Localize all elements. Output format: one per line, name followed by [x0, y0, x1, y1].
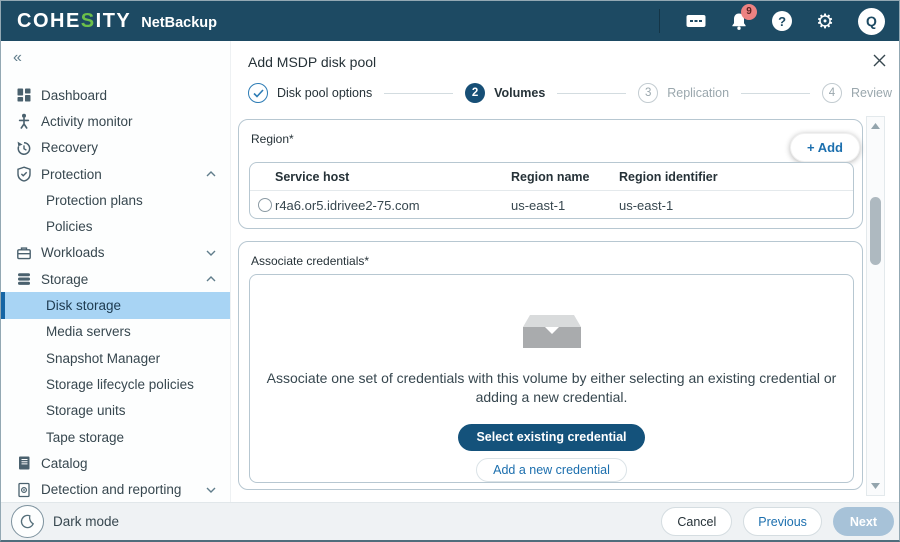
- region-radio[interactable]: [258, 198, 272, 212]
- add-region-button[interactable]: + Add: [790, 133, 860, 162]
- logo-text: COHE: [17, 10, 81, 33]
- cohesity-netbackup-logo[interactable]: COHESITY NetBackup: [17, 10, 217, 33]
- vertical-scrollbar[interactable]: [866, 116, 885, 496]
- sidebar-item-disk-storage[interactable]: Disk storage: [1, 292, 230, 318]
- product-name: NetBackup: [141, 15, 217, 31]
- add-new-credential-button[interactable]: Add a new credential: [476, 458, 627, 482]
- collapse-sidebar-icon[interactable]: «: [13, 49, 22, 67]
- table-row[interactable]: r4a6.or5.idrivee2-75.com us-east-1 us-ea…: [250, 191, 853, 219]
- app-window: COHESITY NetBackup 9 ? ⚙ Q «: [0, 0, 900, 542]
- footer-bar: Dark mode Cancel Previous Next: [1, 502, 899, 540]
- sidebar-item-activity-monitor[interactable]: Activity monitor: [1, 108, 230, 134]
- dark-mode-label: Dark mode: [53, 514, 119, 529]
- associate-credentials-label: Associate credentials*: [251, 254, 369, 268]
- activity-monitor-icon: [16, 113, 32, 129]
- credentials-empty-state: Associate one set of credentials with th…: [249, 274, 854, 483]
- previous-button[interactable]: Previous: [743, 507, 822, 536]
- step-connector: [741, 93, 810, 94]
- notifications-bell-icon[interactable]: 9: [730, 12, 748, 31]
- logo-accent-s: S: [81, 10, 96, 33]
- chevron-down-icon: [206, 487, 216, 493]
- step-number: 2: [465, 83, 485, 103]
- topbar: COHESITY NetBackup 9 ? ⚙ Q: [1, 1, 899, 41]
- chevron-down-icon: [206, 250, 216, 256]
- dashboard-icon: [16, 87, 32, 103]
- sidebar-item-protection-plans[interactable]: Protection plans: [1, 187, 230, 213]
- sidebar-item-storage[interactable]: Storage: [1, 266, 230, 292]
- sidebar-item-storage-lifecycle-policies[interactable]: Storage lifecycle policies: [1, 371, 230, 397]
- sidebar-item-protection[interactable]: Protection: [1, 161, 230, 187]
- region-section: Region* + Add Service host Region name R…: [238, 119, 863, 229]
- wizard-panel: Add MSDP disk pool Disk pool options 2 V…: [231, 41, 899, 502]
- step-review[interactable]: 4 Review: [822, 83, 892, 103]
- sidebar-item-recovery[interactable]: Recovery: [1, 135, 230, 161]
- sidebar-item-snapshot-manager[interactable]: Snapshot Manager: [1, 345, 230, 371]
- workloads-briefcase-icon: [16, 245, 32, 261]
- sidebar-item-dashboard[interactable]: Dashboard: [1, 82, 230, 108]
- sidebar-item-workloads[interactable]: Workloads: [1, 240, 230, 266]
- region-label: Region*: [251, 132, 294, 146]
- wizard-title: Add MSDP disk pool: [248, 54, 376, 70]
- user-avatar[interactable]: Q: [858, 8, 885, 35]
- catalog-book-icon: [16, 455, 32, 471]
- cell-region-name: us-east-1: [511, 198, 619, 213]
- wizard-stepper: Disk pool options 2 Volumes 3 Replicatio…: [248, 81, 892, 105]
- wizard-footer-buttons: Cancel Previous Next: [661, 507, 894, 536]
- moon-icon: [11, 505, 44, 538]
- step-complete-check-icon: [248, 83, 268, 103]
- step-volumes[interactable]: 2 Volumes: [465, 83, 545, 103]
- next-button[interactable]: Next: [833, 507, 894, 536]
- step-connector: [557, 93, 626, 94]
- step-connector: [384, 93, 453, 94]
- step-replication[interactable]: 3 Replication: [638, 83, 729, 103]
- column-region-identifier: Region identifier: [619, 170, 853, 184]
- step-number: 4: [822, 83, 842, 103]
- empty-tray-icon: [523, 315, 581, 354]
- region-table: Service host Region name Region identifi…: [249, 162, 854, 219]
- step-disk-pool-options[interactable]: Disk pool options: [248, 83, 372, 103]
- cell-service-host: r4a6.or5.idrivee2-75.com: [250, 198, 511, 213]
- step-number: 3: [638, 83, 658, 103]
- sidebar: « Dashboard Activity monitor Recovery Pr…: [1, 41, 231, 502]
- sidebar-item-media-servers[interactable]: Media servers: [1, 319, 230, 345]
- sidebar-item-policies[interactable]: Policies: [1, 213, 230, 239]
- logo-text-2: ITY: [96, 10, 132, 33]
- license-ticket-icon[interactable]: [686, 14, 706, 28]
- credentials-message: Associate one set of credentials with th…: [252, 369, 852, 407]
- chevron-up-icon: [206, 171, 216, 177]
- close-icon[interactable]: [873, 54, 886, 70]
- sidebar-item-tape-storage[interactable]: Tape storage: [1, 424, 230, 450]
- sidebar-item-detection-and-reporting[interactable]: Detection and reporting: [1, 476, 230, 502]
- detection-report-icon: [16, 482, 32, 498]
- notification-badge: 9: [741, 4, 757, 20]
- region-table-header: Service host Region name Region identifi…: [250, 163, 853, 191]
- cancel-button[interactable]: Cancel: [661, 507, 732, 536]
- help-icon[interactable]: ?: [772, 11, 792, 31]
- column-region-name: Region name: [511, 170, 619, 184]
- settings-gear-icon[interactable]: ⚙: [816, 11, 834, 31]
- scroll-up-icon[interactable]: [867, 119, 884, 133]
- column-service-host: Service host: [250, 170, 511, 184]
- select-existing-credential-button[interactable]: Select existing credential: [458, 424, 644, 451]
- sidebar-item-storage-units[interactable]: Storage units: [1, 398, 230, 424]
- dark-mode-toggle[interactable]: Dark mode: [11, 505, 119, 538]
- protection-shield-icon: [16, 166, 32, 182]
- sidebar-nav: Dashboard Activity monitor Recovery Prot…: [1, 82, 230, 503]
- recovery-icon: [16, 140, 32, 156]
- storage-disks-icon: [16, 271, 32, 287]
- scrollbar-thumb[interactable]: [870, 197, 881, 265]
- chevron-up-icon: [206, 276, 216, 282]
- associate-credentials-section: Associate credentials* Associate one set…: [238, 241, 863, 490]
- scroll-down-icon[interactable]: [867, 479, 884, 493]
- topbar-divider: [659, 9, 660, 33]
- sidebar-item-catalog[interactable]: Catalog: [1, 450, 230, 476]
- topbar-actions: 9 ? ⚙ Q: [659, 8, 885, 35]
- cell-region-identifier: us-east-1: [619, 198, 853, 213]
